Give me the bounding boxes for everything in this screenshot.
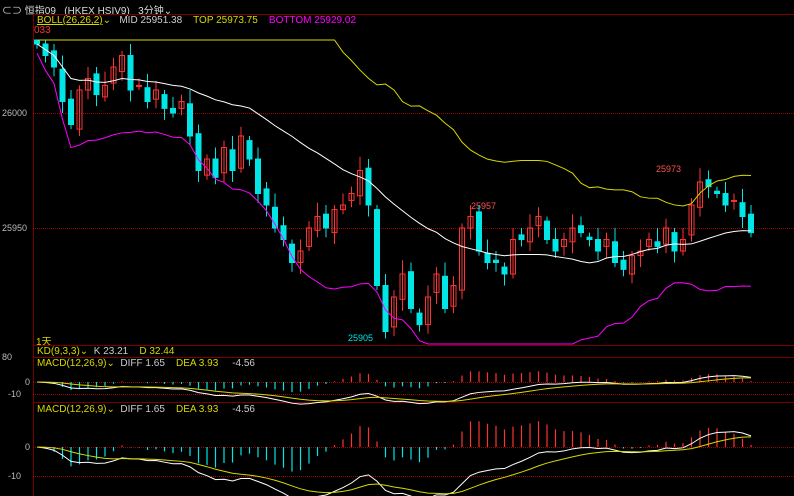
candle-body — [714, 190, 720, 194]
candle-body — [620, 259, 627, 270]
candle-body — [246, 140, 253, 160]
candle-body — [187, 103, 193, 137]
candle-body — [374, 209, 380, 287]
candle-body — [195, 133, 202, 171]
candle-body — [34, 39, 40, 45]
macd-diff-line — [36, 375, 752, 405]
boll-mid-line — [36, 43, 752, 264]
candle-body — [493, 259, 499, 264]
candle-body — [552, 239, 559, 252]
candle-body — [144, 87, 151, 102]
candle-body — [365, 167, 372, 206]
candle-body — [501, 266, 508, 275]
candle-body — [654, 241, 661, 247]
candle-body — [476, 211, 482, 252]
candle-body — [323, 213, 329, 229]
macd-dea-line — [36, 436, 752, 495]
candle-body — [722, 193, 729, 206]
candle-body — [748, 213, 754, 234]
candle-body — [229, 149, 236, 172]
candle-body — [578, 225, 584, 234]
candle-body — [255, 158, 261, 194]
candle-body — [416, 312, 423, 326]
candle-body — [136, 84, 142, 87]
candle-body — [127, 55, 134, 91]
candle-body — [382, 285, 389, 332]
candle-body — [170, 107, 176, 114]
candle-body — [59, 68, 66, 103]
candle-body — [739, 202, 746, 217]
candle-body — [51, 50, 57, 68]
candle-body — [280, 225, 287, 240]
candle-body — [484, 252, 491, 264]
candle-body — [518, 234, 525, 240]
candle-body — [161, 94, 168, 109]
candle-body — [544, 220, 550, 241]
candle-body — [212, 158, 219, 178]
candle-body — [93, 73, 100, 96]
candle-body — [408, 271, 414, 310]
macd-diff-line — [36, 431, 752, 496]
candle-body — [671, 232, 678, 252]
candle-body — [442, 275, 448, 309]
candle-body — [595, 239, 601, 252]
candle-body — [68, 98, 74, 125]
macd-dea-line — [36, 377, 752, 402]
boll-top-line — [37, 39, 752, 207]
candle-body — [586, 236, 593, 240]
price-chart[interactable] — [0, 0, 794, 496]
candle-body — [612, 241, 618, 264]
candle-body — [731, 199, 737, 202]
candle-body — [263, 188, 270, 206]
